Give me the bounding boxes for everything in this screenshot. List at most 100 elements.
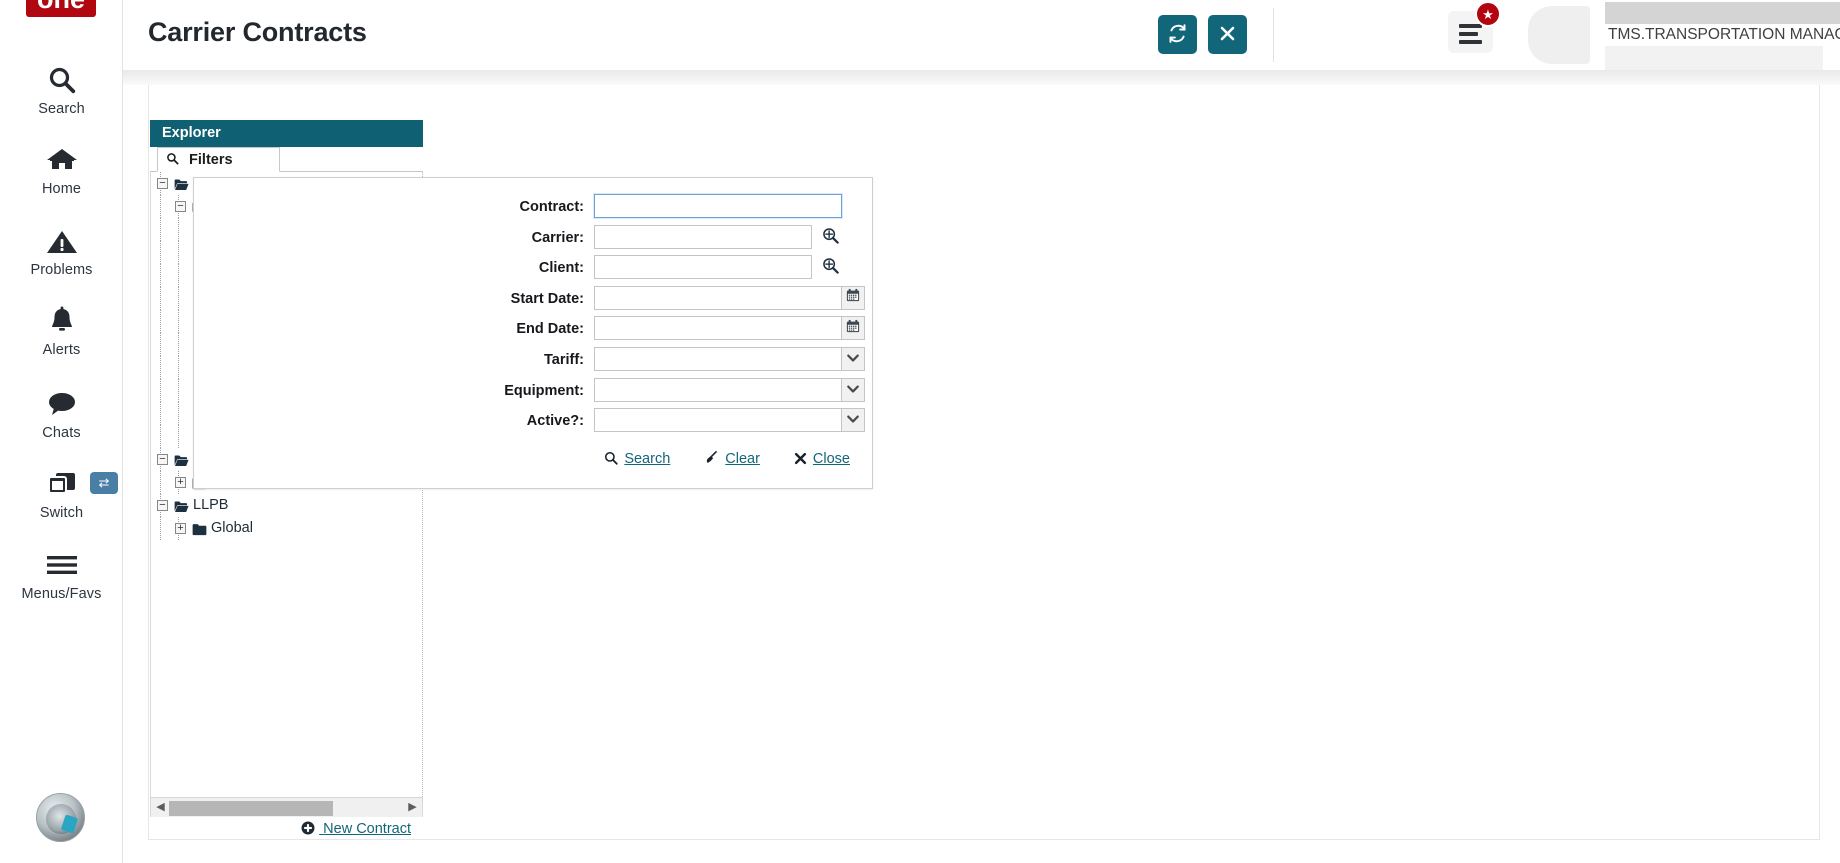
tree-guide-line	[178, 264, 179, 287]
filter-field-control	[594, 224, 839, 249]
tree-horizontal-scrollbar[interactable]: ◀ ▶	[150, 797, 423, 817]
tree-guide-line	[160, 310, 161, 333]
tree-guide-line	[160, 356, 161, 379]
close-page-button[interactable]	[1208, 15, 1247, 54]
tariff-dropdown-button[interactable]	[842, 347, 865, 371]
tree-guide-line	[160, 264, 161, 287]
brand-logo[interactable]: one	[26, 0, 96, 17]
carrier-input[interactable]	[594, 224, 812, 249]
tree-collapse-toggle[interactable]: −	[175, 201, 186, 212]
filter-clear-button[interactable]: Clear	[704, 450, 760, 467]
equipment-input[interactable]	[594, 377, 842, 402]
tree-guide-line	[160, 517, 161, 540]
tree-node[interactable]: + Global	[151, 517, 422, 540]
tree-guide-line	[178, 287, 179, 310]
new-contract-button[interactable]: New Contract	[301, 821, 411, 837]
active-input[interactable]	[594, 408, 842, 433]
filter-field-label: Start Date:	[510, 290, 584, 307]
start-date-input[interactable]	[594, 285, 842, 310]
tree-guide-line	[160, 287, 161, 310]
swap-arrows-icon[interactable]: ⇄	[90, 472, 118, 494]
tree-guide-line	[160, 241, 161, 264]
end-date-input[interactable]	[594, 316, 842, 341]
chevron-down-icon	[846, 411, 860, 429]
tree-node[interactable]: − LLPB	[151, 494, 422, 517]
tree-collapse-toggle[interactable]: −	[157, 500, 168, 511]
tariff-input[interactable]	[594, 347, 842, 371]
filter-field-label: Contract:	[519, 199, 584, 215]
filter-search-label: Search	[624, 451, 671, 467]
equipment-dropdown-button[interactable]	[842, 377, 865, 402]
scroll-left-arrow-icon[interactable]: ◀	[153, 800, 168, 816]
rail-item-switch[interactable]: ⇄ Switch	[0, 464, 123, 521]
avatar[interactable]	[36, 793, 85, 842]
active-dropdown-button[interactable]	[842, 408, 865, 433]
rail-item-search[interactable]: Search	[0, 60, 123, 117]
filter-field-label: Client:	[538, 260, 584, 277]
tab-filters[interactable]: Filters	[157, 147, 280, 172]
tree-guide-line	[178, 402, 179, 425]
refresh-button[interactable]	[1158, 15, 1197, 54]
search-icon	[604, 451, 618, 467]
tree-expand-toggle[interactable]: +	[175, 523, 186, 534]
rail-item-home[interactable]: Home	[0, 140, 123, 197]
filter-dialog-actions: Search Clear Close	[194, 450, 874, 476]
filter-dialog: Contract: Carrier: Client: Start Date: End D…	[193, 177, 873, 489]
tree-collapse-toggle[interactable]: −	[157, 454, 168, 465]
tree-guide-line	[178, 333, 179, 356]
explorer-tabstrip: Filters	[150, 147, 423, 172]
tree-guide-line	[160, 218, 161, 241]
filter-field-row: Equipment:	[194, 377, 874, 408]
tree-guide-line	[160, 379, 161, 402]
filter-search-button[interactable]: Search	[604, 451, 670, 467]
close-x-icon	[794, 451, 807, 467]
tree-guide-line	[178, 379, 179, 402]
tree-node-label: LLPB	[193, 497, 229, 513]
tree-expand-toggle[interactable]: +	[175, 477, 186, 488]
top-header: Carrier Contracts ★ TMS.TRANSPORTATION M…	[123, 0, 1840, 72]
filter-clear-label: Clear	[725, 451, 760, 467]
filter-field-control	[594, 316, 865, 341]
user-avatar[interactable]	[1528, 6, 1590, 64]
filter-close-button[interactable]: Close	[794, 451, 850, 467]
client-input[interactable]	[594, 255, 812, 280]
start-date-calendar-button[interactable]	[842, 285, 865, 310]
left-nav-rail: one Search Home Problems Alerts Chats	[0, 0, 123, 863]
rail-item-problems[interactable]: Problems	[0, 221, 123, 278]
tree-guide-line	[178, 356, 179, 379]
scroll-right-arrow-icon[interactable]: ▶	[405, 800, 420, 816]
carrier-lookup-button[interactable]	[822, 227, 839, 249]
rail-item-chats[interactable]: Chats	[0, 384, 123, 441]
rail-label-chats: Chats	[42, 425, 81, 441]
tree-guide-line	[160, 333, 161, 356]
tab-filters-label: Filters	[189, 152, 233, 168]
filter-field-label: Equipment:	[504, 382, 584, 399]
filter-field-row: Start Date:	[194, 285, 874, 316]
end-date-calendar-button[interactable]	[842, 316, 865, 341]
filter-field-row: Tariff:	[194, 347, 874, 377]
tree-node-label: Global	[211, 520, 253, 536]
chat-bubble-icon	[0, 384, 123, 424]
contract-input[interactable]	[594, 194, 842, 218]
rail-item-menus-favs[interactable]: Menus/Favs	[0, 545, 123, 602]
hamburger-menu-icon	[1459, 24, 1482, 48]
filter-field-control	[594, 408, 865, 433]
rail-label-search: Search	[38, 101, 85, 117]
scrollbar-thumb[interactable]	[169, 801, 333, 816]
filter-field-control	[594, 377, 865, 402]
star-icon[interactable]: ★	[1475, 1, 1501, 27]
client-lookup-button[interactable]	[822, 257, 839, 279]
tree-guide-line	[160, 195, 161, 218]
header-content-separator	[123, 70, 1840, 85]
tree-guide-line	[160, 425, 161, 448]
tree-guide-line	[178, 425, 179, 448]
rail-item-alerts[interactable]: Alerts	[0, 301, 123, 358]
filter-field-label: Carrier:	[531, 229, 584, 246]
new-contract-row: New Contract	[150, 820, 423, 846]
tree-collapse-toggle[interactable]: −	[157, 178, 168, 189]
filter-field-row: Active?:	[194, 408, 874, 438]
filter-field-control	[594, 285, 865, 310]
refresh-icon	[1167, 23, 1188, 47]
filter-field-control	[594, 347, 865, 371]
filter-field-control	[594, 194, 842, 218]
